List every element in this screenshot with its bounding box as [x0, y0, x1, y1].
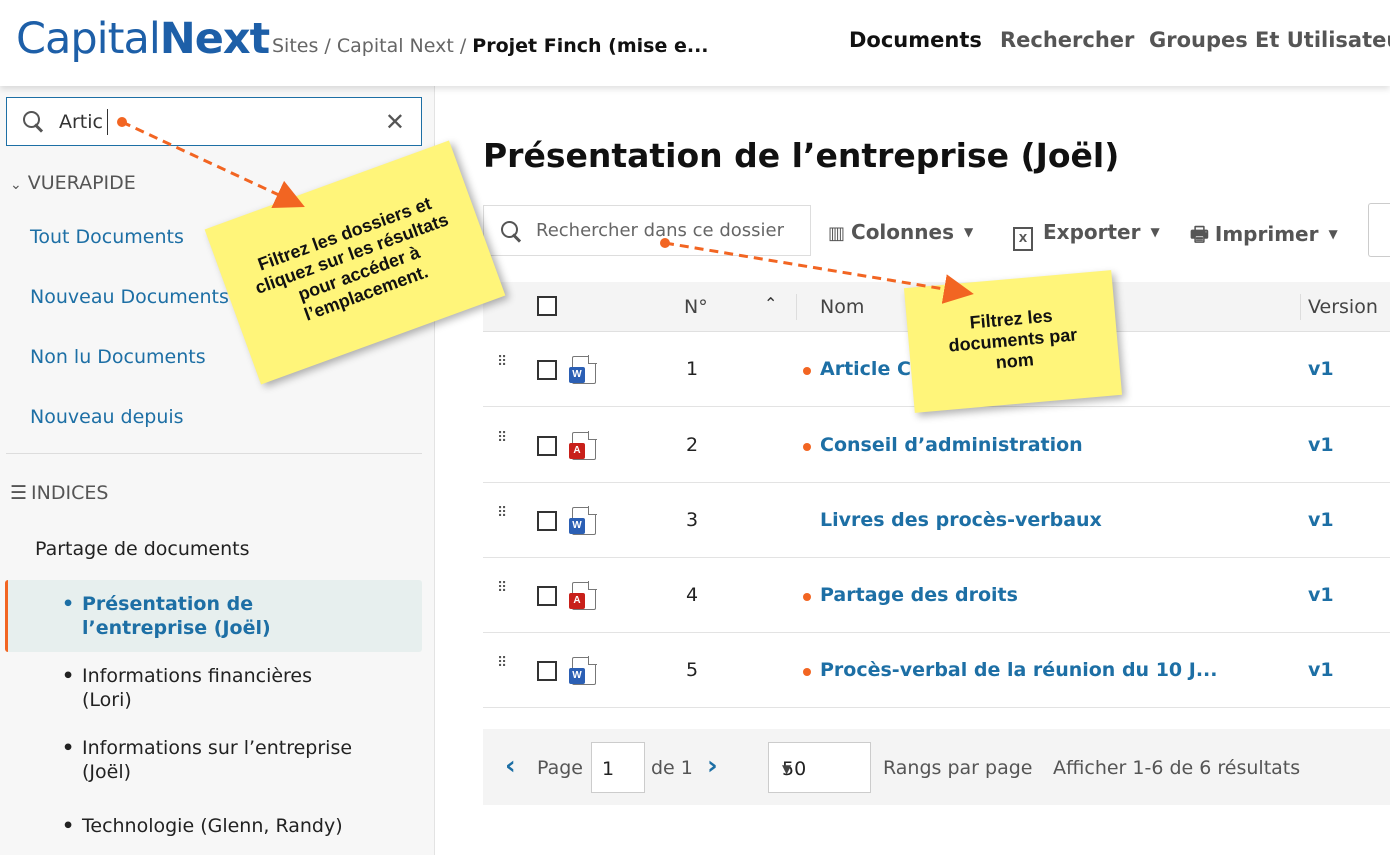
column-header-name[interactable]: Nom [820, 296, 864, 318]
drag-handle-icon[interactable]: ⠿ [497, 506, 511, 530]
row-checkbox[interactable] [537, 436, 557, 456]
unread-dot [803, 593, 811, 601]
folder-search-input[interactable]: Rechercher dans ce dossier [483, 205, 811, 256]
breadcrumb-sites[interactable]: Sites [272, 35, 318, 57]
page-total-label: de 1 [651, 757, 693, 779]
indices-header[interactable]: ☰ INDICES [10, 482, 108, 504]
breadcrumb: Sites / Capital Next / Projet Finch (mis… [272, 35, 709, 57]
row-checkbox[interactable] [537, 586, 557, 606]
clear-search-icon[interactable]: ✕ [385, 108, 405, 136]
drag-handle-icon[interactable]: ⠿ [497, 581, 511, 605]
breadcrumb-current: Projet Finch (mise e... [472, 35, 709, 57]
quickview-header[interactable]: ⌄ VUERAPIDE [10, 172, 136, 194]
columns-button[interactable]: ▥ Colonnes ▼ [828, 220, 973, 244]
row-number: 3 [686, 509, 699, 531]
quicklink-nouveau-documents[interactable]: Nouveau Documents [30, 286, 229, 308]
callout-note-filter-documents: Filtrez les documents par nom [903, 270, 1123, 413]
document-link[interactable]: Conseil d’administration [803, 434, 1083, 456]
table-row[interactable]: ⠿ A 4 Partage des droits v1 [483, 558, 1390, 633]
chevron-right-icon[interactable]: › [707, 751, 718, 781]
version-link[interactable]: v1 [1308, 358, 1334, 380]
search-icon [23, 111, 45, 133]
drag-handle-icon[interactable]: ⠿ [497, 355, 511, 379]
row-checkbox[interactable] [537, 661, 557, 681]
word-file-icon: W [569, 355, 597, 384]
breadcrumb-capital-next[interactable]: Capital Next [337, 35, 454, 57]
tree-root-partage[interactable]: Partage de documents [35, 538, 250, 560]
page-title: Présentation de l’entreprise (Joël) [483, 136, 1120, 175]
tree-item-technologie[interactable]: • Technologie (Glenn, Randy) [62, 814, 343, 838]
unread-dot [803, 668, 811, 676]
table-row[interactable]: ⠿ W 5 Procès-verbal de la réunion du 10 … [483, 633, 1390, 708]
tab-groupes-utilisateurs[interactable]: Groupes Et Utilisateur [1149, 28, 1390, 52]
page-label: Page [537, 757, 583, 779]
document-link[interactable]: Procès-verbal de la réunion du 10 J... [803, 659, 1217, 681]
page-number-input[interactable]: 1 [591, 742, 645, 793]
column-separator [1300, 294, 1301, 320]
text-cursor [107, 109, 108, 135]
row-number: 2 [686, 434, 699, 456]
document-link[interactable]: Livres des procès-verbaux [820, 509, 1102, 531]
drag-handle-icon[interactable]: ⠿ [497, 656, 511, 680]
version-link[interactable]: v1 [1308, 584, 1334, 606]
column-header-num[interactable]: N° [684, 296, 708, 318]
chevron-left-icon[interactable]: ‹ [505, 751, 516, 781]
toolbar-extra-button[interactable] [1368, 203, 1390, 257]
tree-item-informations-entreprise[interactable]: • Informations sur l’entreprise (Joël) [62, 736, 352, 784]
tab-rechercher[interactable]: Rechercher [1000, 28, 1134, 52]
tab-documents[interactable]: Documents [849, 28, 982, 52]
caret-down-icon: ▼ [1150, 225, 1160, 239]
word-file-icon: W [569, 656, 597, 685]
logo[interactable]: CapitalNext [16, 14, 270, 64]
row-number: 4 [686, 584, 699, 606]
document-link[interactable]: Partage des droits [803, 584, 1018, 606]
table-row[interactable]: ⠿ A 2 Conseil d’administration v1 [483, 408, 1390, 483]
results-summary: Afficher 1-6 de 6 résultats [1053, 757, 1301, 779]
row-checkbox[interactable] [537, 511, 557, 531]
word-file-icon: W [569, 506, 597, 535]
tree-item-informations-financieres[interactable]: • Informations financières (Lori) [62, 664, 312, 712]
excel-icon: X [1013, 227, 1033, 251]
app-header: CapitalNext Sites / Capital Next / Proje… [0, 0, 1390, 86]
select-all-checkbox[interactable] [537, 296, 557, 316]
export-button[interactable]: X Exporter ▼ [1013, 220, 1160, 251]
chevron-down-icon: ⌄ [10, 177, 22, 193]
quicklink-nouveau-depuis[interactable]: Nouveau depuis [30, 406, 184, 428]
version-link[interactable]: v1 [1308, 434, 1334, 456]
pdf-file-icon: A [569, 581, 597, 610]
caret-down-icon: ▼ [1328, 227, 1338, 241]
unread-dot [803, 367, 811, 375]
sidebar-search-input[interactable]: Artic ✕ [6, 97, 422, 146]
quicklink-tout-documents[interactable]: Tout Documents [30, 226, 184, 248]
column-header-version[interactable]: Version [1308, 296, 1378, 318]
caret-down-icon: ▼ [963, 225, 974, 239]
caret-down-icon: ▼ [782, 762, 792, 776]
columns-icon: ▥ [828, 223, 846, 244]
row-number: 5 [686, 659, 699, 681]
drag-handle-icon[interactable]: ⠿ [497, 431, 511, 455]
search-icon [501, 221, 523, 243]
rows-per-page-label: Rangs par page [883, 757, 1033, 779]
list-icon: ☰ [10, 482, 28, 504]
pdf-file-icon: A [569, 431, 597, 460]
document-link[interactable]: Article Co [803, 358, 924, 380]
table-row[interactable]: ⠿ W 3 Livres des procès-verbaux v1 [483, 483, 1390, 558]
printer-icon: 🖶 [1190, 222, 1209, 246]
sidebar-divider [6, 453, 422, 454]
row-number: 1 [686, 358, 699, 380]
print-button[interactable]: 🖶 Imprimer ▼ [1190, 220, 1338, 254]
unread-dot [803, 443, 811, 451]
quicklink-non-lu-documents[interactable]: Non lu Documents [30, 346, 206, 368]
pagination-bar: ‹ Page 1 de 1 › 50 ▼ Rangs par page Affic… [483, 729, 1390, 805]
version-link[interactable]: v1 [1308, 659, 1334, 681]
sort-ascending-icon[interactable]: ⌃ [764, 294, 777, 313]
rows-per-page-select[interactable]: 50 ▼ [768, 742, 871, 793]
tree-item-presentation[interactable]: • Présentation de l’entreprise (Joël) [62, 592, 271, 640]
row-checkbox[interactable] [537, 360, 557, 380]
column-separator [796, 294, 797, 320]
version-link[interactable]: v1 [1308, 509, 1334, 531]
